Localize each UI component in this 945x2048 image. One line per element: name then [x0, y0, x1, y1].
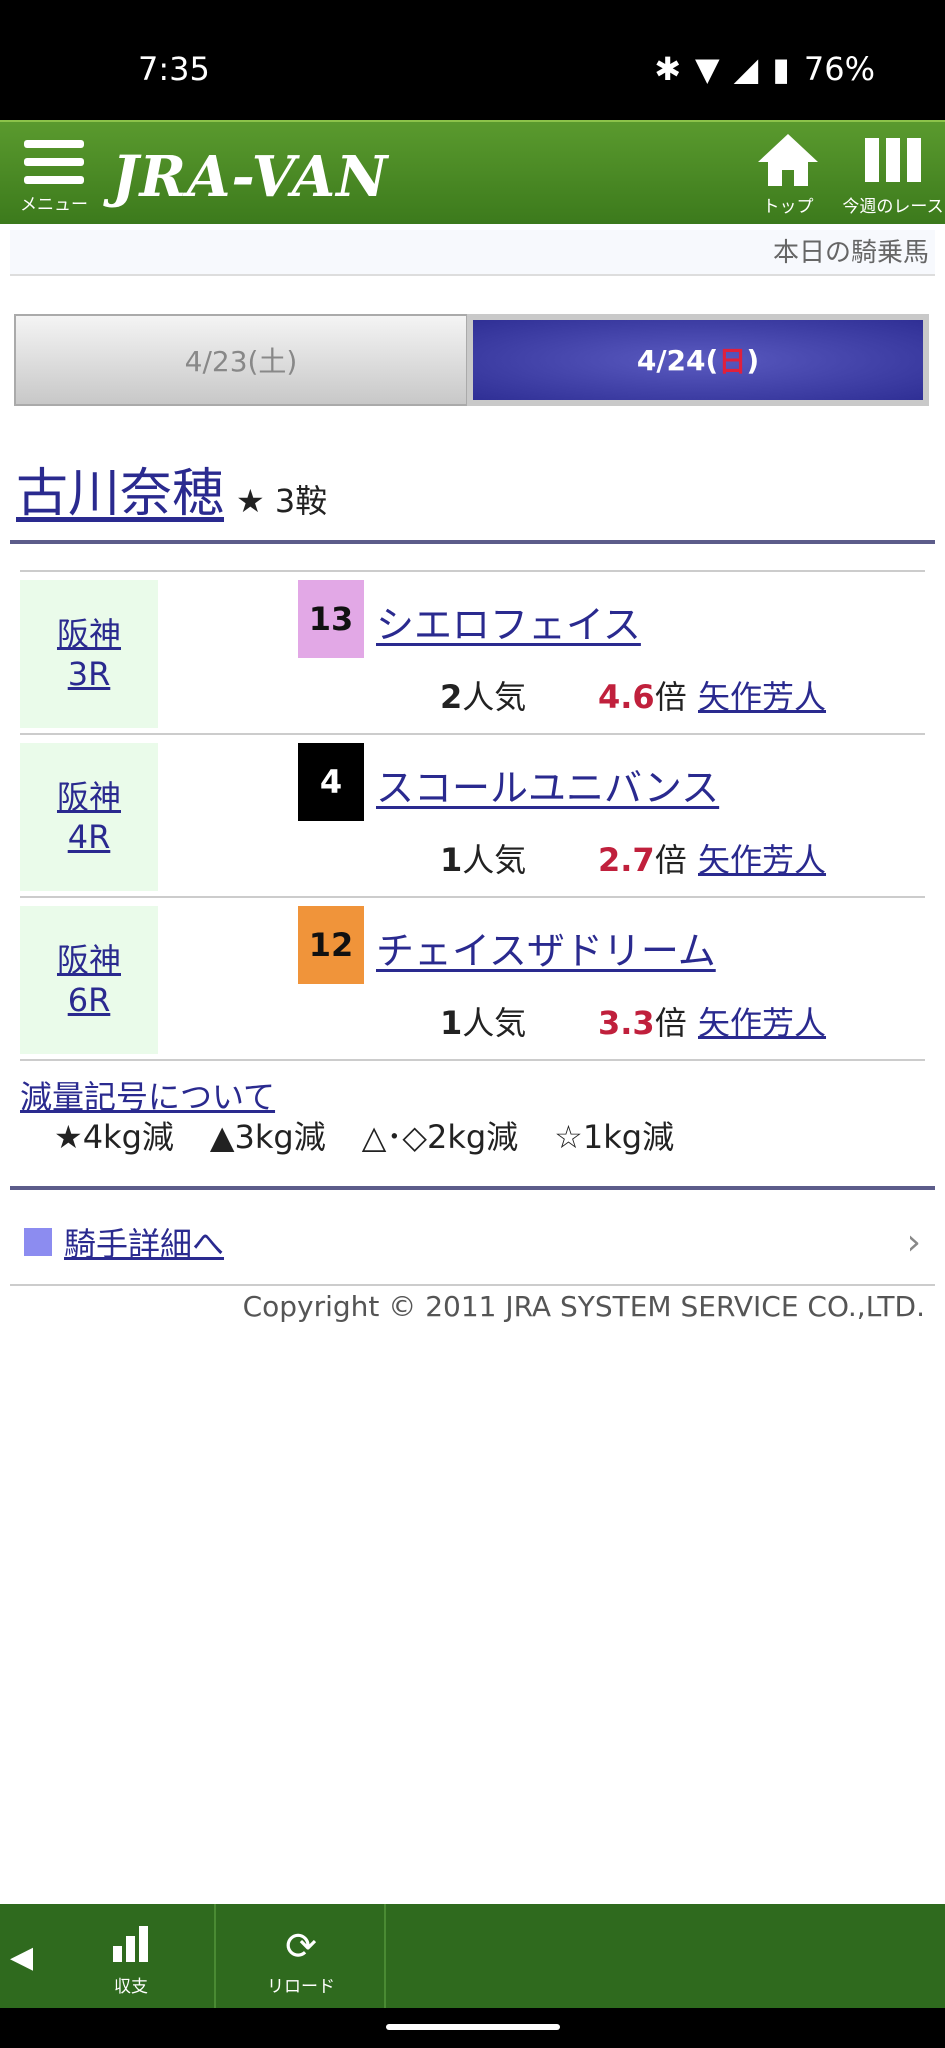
- race-number: 4R: [67, 818, 111, 856]
- home-gesture-handle[interactable]: [386, 2024, 560, 2030]
- divider: [10, 540, 935, 544]
- race-row: 阪神 4R 4 スコールユニバンス 1人気 2.7倍 矢作芳人: [20, 735, 925, 898]
- menu-button[interactable]: メニュー: [18, 140, 90, 220]
- race-number: 6R: [67, 981, 111, 1019]
- race-link[interactable]: 阪神 3R: [20, 580, 158, 728]
- chevron-right-icon: ›: [906, 1221, 921, 1263]
- reload-icon: ⟳: [285, 1924, 317, 1968]
- top-button[interactable]: トップ: [748, 132, 828, 217]
- tab-date: 4/24(: [636, 343, 719, 377]
- horse-name-link[interactable]: スコールユニバンス: [376, 757, 719, 812]
- top-label: トップ: [762, 197, 814, 217]
- home-icon: [758, 134, 818, 186]
- page-subtitle: 本日の騎乗馬: [10, 230, 935, 276]
- status-time: 7:35: [138, 50, 210, 88]
- odds: 4.6倍: [598, 678, 687, 716]
- trainer-link[interactable]: 矢作芳人: [698, 835, 826, 881]
- legend-item: ★4kg減: [54, 1118, 174, 1156]
- this-week-label: 今週のレース: [842, 197, 944, 217]
- menu-label: メニュー: [20, 195, 88, 215]
- ride-count: ★ 3鞍: [236, 482, 328, 520]
- legend-item: ▲3kg減: [209, 1118, 326, 1156]
- popularity: 1人気: [440, 841, 527, 879]
- tab-0424[interactable]: 4/24(日): [467, 314, 929, 406]
- post-number-badge: 13: [298, 580, 364, 658]
- venue-name: 阪神: [56, 615, 121, 653]
- post-number-badge: 4: [298, 743, 364, 821]
- race-number: 3R: [67, 655, 111, 693]
- jockey-heading: 古川奈穂 ★ 3鞍: [16, 462, 327, 526]
- weight-legend: ★4kg減 ▲3kg減 △･◇2kg減 ☆1kg減: [54, 1112, 674, 1158]
- race-row: 阪神 3R 13 シエロフェイス 2人気 4.6倍 矢作芳人: [20, 572, 925, 735]
- status-bar: 7:35 ✱ ▼ ◢ ▮ 76%: [0, 0, 945, 120]
- date-tabs: 4/23(土) 4/24(日): [14, 314, 929, 406]
- venue-name: 阪神: [56, 778, 121, 816]
- hamburger-icon: [24, 140, 84, 184]
- square-bullet-icon: [24, 1228, 52, 1256]
- copyright: Copyright © 2011 JRA SYSTEM SERVICE CO.,…: [242, 1290, 925, 1323]
- app-header: メニュー JRA-VAN トップ 今週のレース: [0, 120, 945, 224]
- status-icons: ✱ ▼ ◢ ▮ 76%: [654, 50, 875, 88]
- jockey-detail-link[interactable]: 騎手詳細へ: [64, 1219, 224, 1265]
- back-arrow-icon[interactable]: ◀: [10, 1940, 33, 1975]
- jra-van-logo[interactable]: JRA-VAN: [112, 144, 388, 210]
- system-nav-bar: [0, 2008, 945, 2048]
- odds: 3.3倍: [598, 1004, 687, 1042]
- battery-icon: ▮: [772, 50, 790, 88]
- divider: [10, 1186, 935, 1190]
- horse-name-link[interactable]: シエロフェイス: [376, 594, 641, 649]
- battery-percent: 76%: [803, 50, 875, 88]
- race-row: 阪神 6R 12 チェイスザドリーム 1人気 3.3倍 矢作芳人: [20, 898, 925, 1061]
- popularity: 1人気: [440, 1004, 527, 1042]
- legend-item: ☆1kg減: [554, 1118, 675, 1156]
- odds: 2.7倍: [598, 841, 687, 879]
- wifi-icon: ▼: [695, 50, 720, 88]
- jockey-detail-row[interactable]: 騎手詳細へ ›: [10, 1200, 935, 1286]
- balance-label: 収支: [114, 1977, 148, 1997]
- signal-icon: ◢: [733, 50, 759, 88]
- post-number-badge: 12: [298, 906, 364, 984]
- bar-chart-icon: [48, 1924, 214, 1972]
- legend-item: △･◇2kg減: [361, 1118, 519, 1156]
- columns-icon: [865, 138, 921, 182]
- trainer-link[interactable]: 矢作芳人: [698, 998, 826, 1044]
- this-week-races-button[interactable]: 今週のレース: [838, 132, 945, 217]
- reload-label: リロード: [267, 1977, 335, 1997]
- race-list: 阪神 3R 13 シエロフェイス 2人気 4.6倍 矢作芳人 阪神 4R 4 ス…: [20, 570, 925, 1061]
- trainer-link[interactable]: 矢作芳人: [698, 672, 826, 718]
- reload-button[interactable]: ⟳ リロード: [218, 1904, 386, 2008]
- venue-name: 阪神: [56, 941, 121, 979]
- jockey-name-link[interactable]: 古川奈穂: [16, 451, 224, 526]
- tab-day-sunday: 日: [718, 345, 747, 378]
- tab-0423[interactable]: 4/23(土): [14, 314, 467, 406]
- tab-close: ): [746, 343, 760, 377]
- race-link[interactable]: 阪神 6R: [20, 906, 158, 1054]
- race-link[interactable]: 阪神 4R: [20, 743, 158, 891]
- bottom-toolbar: ◀ 収支 ⟳ リロード: [0, 1904, 945, 2008]
- bluetooth-icon: ✱: [654, 50, 682, 88]
- horse-name-link[interactable]: チェイスザドリーム: [376, 920, 716, 975]
- balance-button[interactable]: 収支: [48, 1904, 216, 2008]
- popularity: 2人気: [440, 678, 527, 716]
